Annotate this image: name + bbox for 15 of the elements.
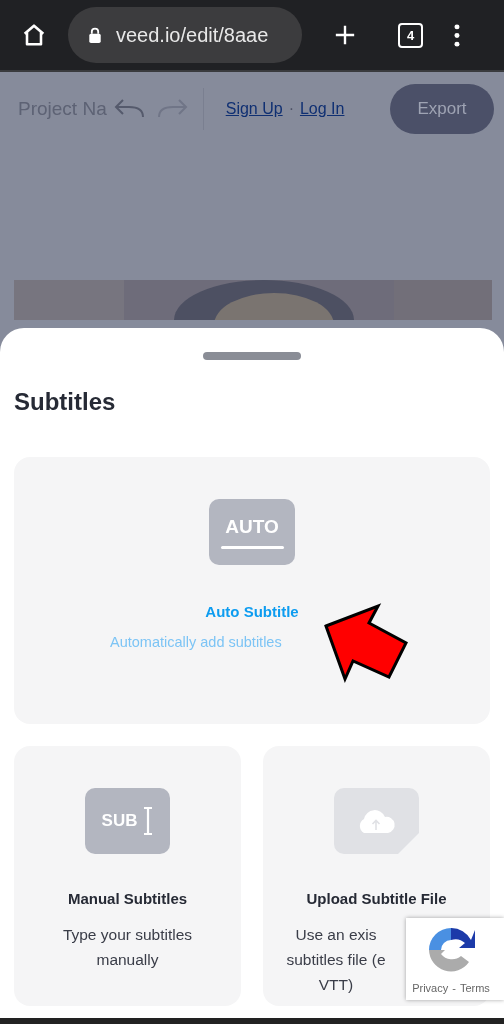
manual-subtitle-icon: SUB <box>85 788 170 854</box>
option-title: Upload Subtitle File <box>306 890 447 907</box>
separator-dot: · <box>288 100 294 118</box>
option-description: VTT) <box>318 975 354 995</box>
option-description: Type your subtitles <box>62 925 193 945</box>
url-text: veed.io/edit/8aae <box>116 23 269 47</box>
option-title: Auto Subtitle <box>205 603 299 620</box>
sheet-title: Subtitles <box>14 388 117 416</box>
option-description: Use an exis <box>295 925 377 945</box>
option-description: Automatically add subtitles <box>110 633 282 652</box>
separator: - <box>452 982 456 994</box>
option-description: manually <box>96 950 159 970</box>
auto-subtitle-icon: AUTO <box>209 499 295 565</box>
option-title: Manual Subtitles <box>67 890 188 907</box>
option-description: subtitles file (e <box>286 950 386 970</box>
